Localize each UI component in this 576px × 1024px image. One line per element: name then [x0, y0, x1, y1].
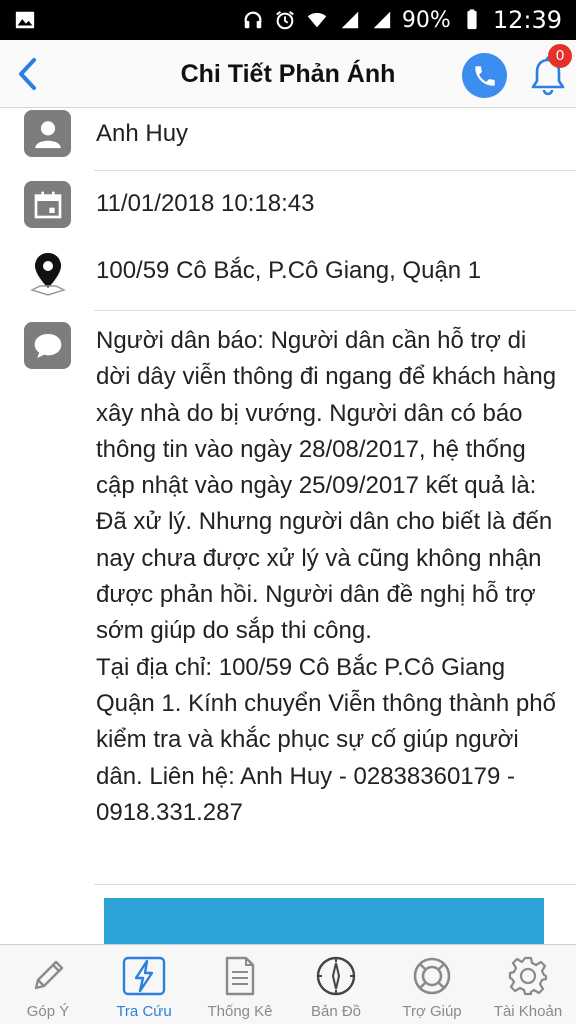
signal-2-icon: [373, 11, 391, 29]
chat-bubble-icon: [24, 322, 71, 369]
reporter-row: Anh Huy: [0, 108, 576, 170]
nav-ban-do[interactable]: Bản Đồ: [288, 945, 384, 1024]
report-datetime: 11/01/2018 10:18:43: [96, 190, 315, 217]
person-icon: [24, 110, 71, 157]
nav-gop-y[interactable]: Góp Ý: [0, 945, 96, 1024]
divider: [94, 884, 576, 885]
nav-tai-khoan[interactable]: Tài Khoản: [480, 945, 576, 1024]
bottom-navigation: Góp Ý Tra Cứu Thống Kê Bản Đồ Trợ Giúp T…: [0, 944, 576, 1024]
headphones-icon: [244, 11, 262, 29]
nav-label: Bản Đồ: [310, 1003, 362, 1020]
app-header: Chi Tiết Phản Ánh: [0, 40, 576, 108]
battery-percent: 90%: [401, 7, 451, 33]
location-pin-icon: [26, 250, 70, 298]
nav-label: Trợ Giúp: [402, 1003, 462, 1020]
clock: 12:39: [492, 6, 562, 34]
address-row: 100/59 Cô Bắc, P.Cô Giang, Quận 1: [0, 240, 576, 310]
document-icon: [225, 956, 255, 996]
report-address: 100/59 Cô Bắc, P.Cô Giang, Quận 1: [96, 257, 482, 284]
lifebuoy-icon: [413, 957, 451, 995]
wifi-icon: [307, 12, 327, 28]
compass-icon: [316, 956, 356, 996]
notification-badge: 0: [548, 44, 572, 68]
image-icon: [15, 11, 35, 29]
nav-label: Tra Cứu: [116, 1003, 172, 1020]
signal-1-icon: [341, 11, 359, 29]
report-image[interactable]: [104, 898, 544, 948]
nav-label: Góp Ý: [26, 1003, 70, 1020]
divider: [94, 310, 576, 311]
datetime-row: 11/01/2018 10:18:43: [0, 170, 576, 240]
alarm-icon: [276, 10, 294, 30]
nav-thong-ke[interactable]: Thống Kê: [192, 945, 288, 1024]
battery-icon: [467, 9, 477, 30]
lightning-icon: [122, 956, 166, 996]
pencil-icon: [34, 960, 64, 990]
phone-icon: [474, 65, 495, 86]
nav-tro-giup[interactable]: Trợ Giúp: [384, 945, 480, 1024]
report-message: Người dân báo: Người dân cần hỗ trợ di d…: [96, 327, 557, 826]
call-button[interactable]: [462, 53, 507, 98]
calendar-icon: [24, 181, 71, 228]
status-bar: 90% 12:39: [0, 0, 576, 40]
gear-icon: [508, 956, 548, 996]
nav-tra-cuu[interactable]: Tra Cứu: [96, 945, 192, 1024]
nav-label: Tài Khoản: [493, 1003, 563, 1020]
reporter-name: Anh Huy: [96, 120, 189, 147]
nav-label: Thống Kê: [207, 1003, 273, 1020]
